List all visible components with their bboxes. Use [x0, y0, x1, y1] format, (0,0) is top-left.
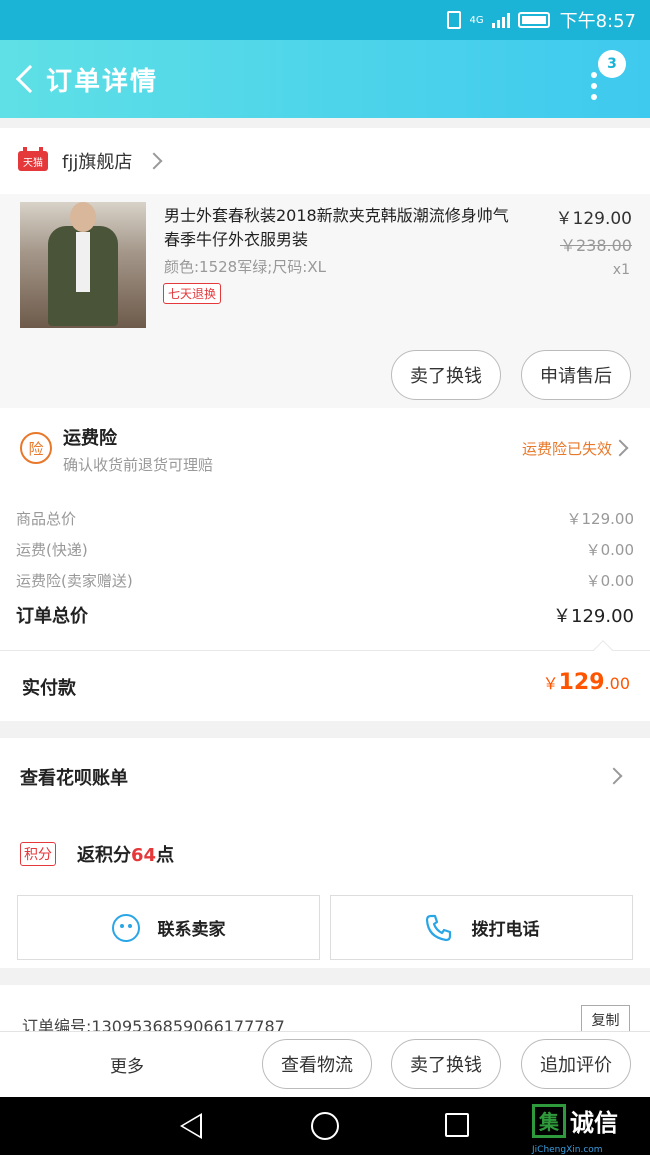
clock: 下午8:57 — [559, 11, 636, 32]
order-total-value: ￥129.00 — [553, 606, 634, 627]
insurance-icon: 险 — [20, 432, 52, 464]
status-bar: 4G 下午8:57 — [0, 0, 650, 40]
contact-seller-label: 联系卖家 — [157, 920, 226, 940]
product-original-price: ￥238.00 — [560, 236, 632, 255]
watermark-url: JiChengXin.com — [532, 1145, 603, 1155]
network-type: 4G — [469, 14, 484, 26]
paid-amount: ￥129.00 — [543, 670, 630, 695]
more-button[interactable]: 更多 — [110, 1052, 144, 1077]
add-review-button[interactable]: 追加评价 — [521, 1039, 631, 1089]
chevron-right-icon — [145, 152, 163, 170]
sell-for-cash-button[interactable]: 卖了换钱 — [391, 1039, 501, 1089]
product-item: 男士外套春秋装2018新款夹克韩版潮流修身帅气春季牛仔外衣服男装 颜色:1528… — [0, 194, 650, 408]
watermark-box: 集 — [532, 1103, 566, 1138]
huabei-bill-row[interactable]: 查看花呗账单 — [0, 738, 650, 816]
call-phone-label: 拨打电话 — [471, 920, 540, 940]
points-text: 返积分64点 — [77, 841, 174, 867]
product-image[interactable] — [20, 202, 146, 328]
fee-value: ￥0.00 — [585, 572, 634, 590]
fee-row-insurance: 运费险(卖家赠送) ￥0.00 — [16, 570, 634, 591]
insurance-title: 运费险 — [63, 428, 117, 449]
product-title[interactable]: 男士外套春秋装2018新款夹克韩版潮流修身帅气春季牛仔外衣服男装 — [164, 204, 514, 252]
tmall-logo: 天猫 — [18, 147, 48, 171]
bottom-action-bar: 更多 查看物流 卖了换钱 追加评价 — [0, 1031, 650, 1097]
insurance-description: 确认收货前退货可理赔 — [63, 456, 214, 474]
insurance-status[interactable]: 运费险已失效 — [522, 438, 612, 459]
product-quantity: x1 — [612, 262, 630, 278]
system-nav-bar: 集 诚信 JiChengXin.com — [0, 1097, 650, 1155]
notification-badge: 3 — [598, 50, 626, 78]
huabei-label: 查看花呗账单 — [20, 768, 128, 789]
shop-row[interactable]: 天猫 fjj旗舰店 — [0, 128, 650, 194]
watermark-text: 诚信 — [570, 1109, 618, 1137]
signal-icon — [491, 12, 510, 28]
fee-label: 运费险(卖家赠送) — [16, 572, 133, 590]
more-menu-button[interactable]: 3 — [572, 44, 632, 114]
after-sale-button[interactable]: 申请售后 — [521, 350, 631, 400]
points-prefix: 返积分 — [77, 845, 131, 866]
order-total-label: 订单总价 — [16, 606, 88, 627]
shop-name: fjj旗舰店 — [62, 152, 133, 173]
fee-value: ￥129.00 — [566, 510, 635, 528]
paid-decimal: .00 — [604, 674, 630, 693]
page-title: 订单详情 — [46, 66, 159, 97]
view-logistics-button[interactable]: 查看物流 — [262, 1039, 372, 1089]
vibrate-icon — [447, 11, 462, 29]
fee-row-goods: 商品总价 ￥129.00 — [16, 508, 634, 529]
divider — [0, 650, 650, 651]
fee-value: ￥0.00 — [585, 541, 634, 559]
order-total-row: 订单总价 ￥129.00 — [16, 602, 634, 628]
battery-icon — [517, 12, 550, 28]
order-summary: 险 运费险 确认收货前退货可理赔 运费险已失效 商品总价 ￥129.00 运费(… — [0, 408, 650, 721]
nav-recent-icon[interactable] — [445, 1113, 469, 1137]
sell-for-cash-button[interactable]: 卖了换钱 — [391, 350, 501, 400]
more-vertical-icon — [591, 72, 597, 100]
phone-icon — [425, 914, 451, 941]
order-number-section: 订单编号:1309536859066177787 复制 — [0, 985, 650, 1036]
fee-label: 运费(快递) — [16, 541, 88, 559]
fee-label: 商品总价 — [16, 510, 77, 528]
chat-icon — [111, 913, 140, 942]
chevron-right-icon[interactable] — [611, 439, 629, 457]
call-phone-button[interactable]: 拨打电话 — [330, 895, 633, 960]
extra-section: 查看花呗账单 积分 返积分64点 联系卖家 拨打电话 — [0, 738, 650, 968]
points-tag: 积分 — [20, 842, 56, 866]
paid-currency: ￥ — [542, 674, 559, 693]
contact-seller-button[interactable]: 联系卖家 — [17, 895, 320, 960]
watermark-logo: 集 诚信 JiChengXin.com — [532, 1103, 618, 1155]
nav-home-icon[interactable] — [311, 1112, 339, 1140]
fee-row-shipping: 运费(快递) ￥0.00 — [16, 539, 634, 560]
paid-integer: 129 — [558, 670, 605, 695]
divider-notch — [593, 640, 613, 660]
product-price: ￥129.00 — [555, 209, 632, 229]
points-number: 64 — [131, 845, 157, 866]
points-suffix: 点 — [156, 845, 175, 866]
paid-label: 实付款 — [22, 678, 76, 699]
back-button[interactable] — [4, 40, 46, 118]
app-header: 订单详情 3 — [0, 40, 650, 118]
product-spec: 颜色:1528军绿;尺码:XL — [164, 258, 326, 276]
return-policy-tag: 七天退换 — [163, 283, 222, 304]
nav-back-icon[interactable] — [180, 1113, 202, 1139]
chevron-left-icon — [15, 64, 45, 94]
